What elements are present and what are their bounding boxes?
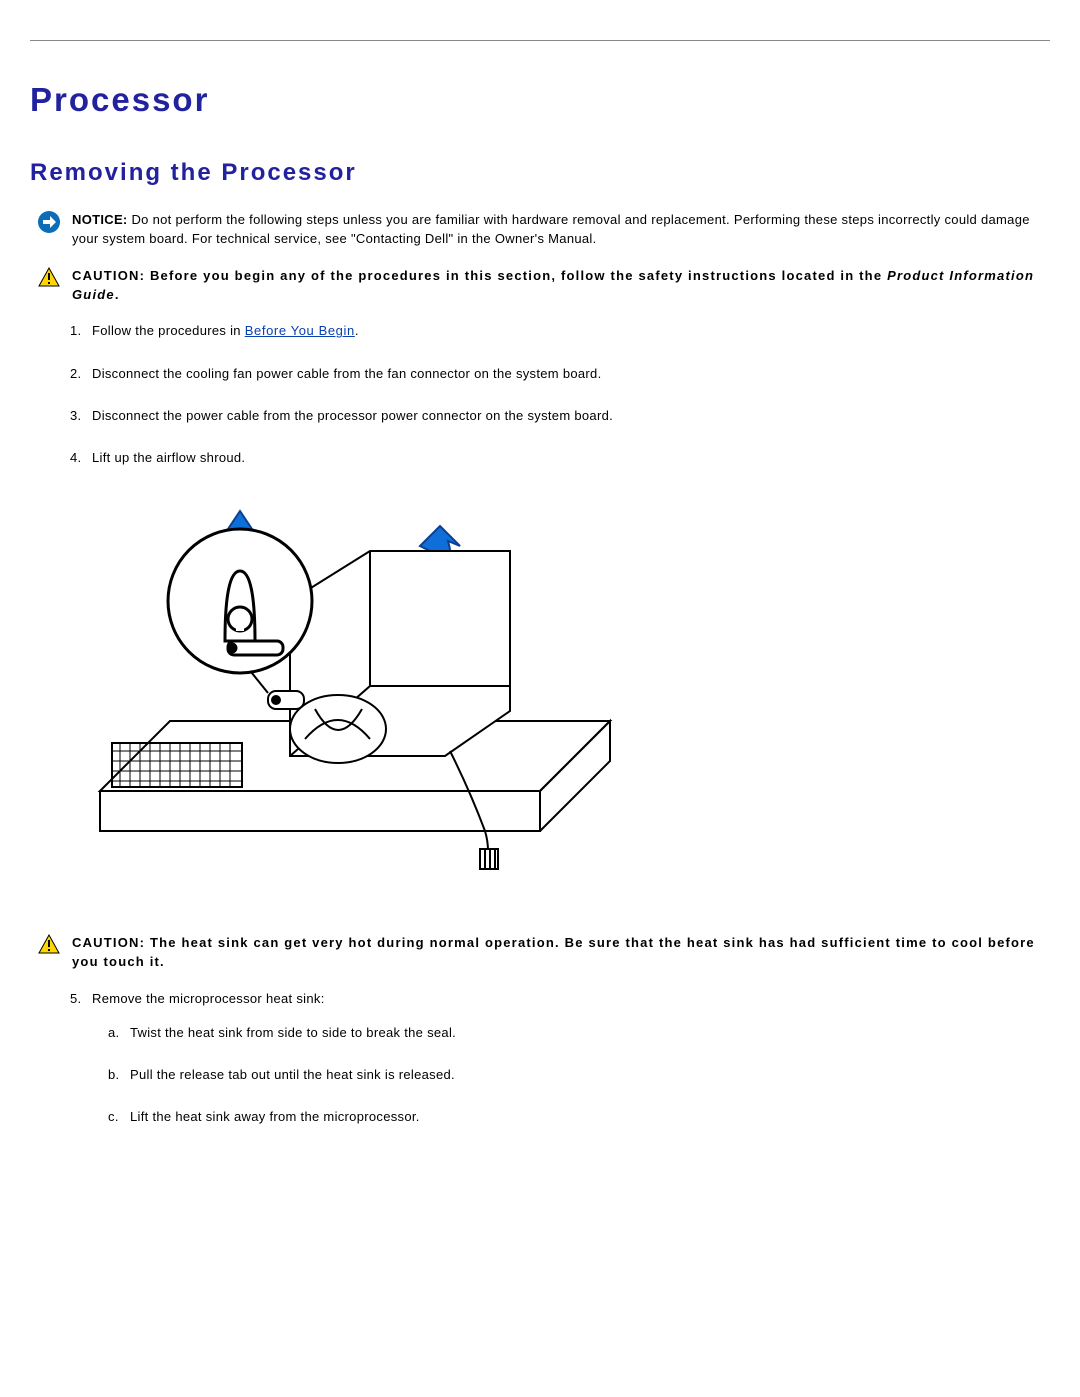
caution-label: CAUTION: — [72, 268, 150, 283]
step-5-text: Remove the microprocessor heat sink: — [92, 991, 325, 1006]
caution-2-body: The heat sink can get very hot during no… — [72, 935, 1035, 969]
substeps-list: Twist the heat sink from side to side to… — [92, 1024, 1050, 1127]
caution-period: . — [115, 287, 120, 302]
section-title: Processor — [30, 81, 1050, 119]
steps-list-continued: Remove the microprocessor heat sink: Twi… — [30, 990, 1050, 1127]
caution-icon — [38, 267, 62, 290]
notice-body: Do not perform the following steps unles… — [72, 212, 1030, 246]
step-5a: Twist the heat sink from side to side to… — [108, 1024, 1050, 1042]
section-subtitle: Removing the Processor — [30, 159, 1050, 187]
caution-2-label: CAUTION: — [72, 935, 150, 950]
caution-icon — [38, 934, 62, 957]
step-5c: Lift the heat sink away from the micropr… — [108, 1108, 1050, 1126]
before-you-begin-link[interactable]: Before You Begin — [245, 323, 355, 338]
divider — [30, 40, 1050, 41]
step-5b: Pull the release tab out until the heat … — [108, 1066, 1050, 1084]
caution-row-2: CAUTION: The heat sink can get very hot … — [38, 934, 1050, 972]
notice-icon — [38, 211, 62, 236]
figure-airflow-shroud — [90, 491, 1050, 924]
step-2: Disconnect the cooling fan power cable f… — [70, 365, 1050, 383]
shroud-diagram — [90, 491, 650, 921]
step-1-suffix: . — [355, 323, 359, 338]
step-1: Follow the procedures in Before You Begi… — [70, 322, 1050, 340]
notice-label: NOTICE: — [72, 212, 128, 227]
document-page: Processor Removing the Processor NOTICE:… — [0, 0, 1080, 1397]
caution-text: CAUTION: Before you begin any of the pro… — [72, 267, 1050, 305]
step-5: Remove the microprocessor heat sink: Twi… — [70, 990, 1050, 1127]
caution-body: Before you begin any of the procedures i… — [150, 268, 887, 283]
notice-text: NOTICE: Do not perform the following ste… — [72, 211, 1050, 249]
step-3: Disconnect the power cable from the proc… — [70, 407, 1050, 425]
notice-row: NOTICE: Do not perform the following ste… — [38, 211, 1050, 249]
caution-text-2: CAUTION: The heat sink can get very hot … — [72, 934, 1050, 972]
step-1-prefix: Follow the procedures in — [92, 323, 245, 338]
step-4: Lift up the airflow shroud. — [70, 449, 1050, 467]
steps-list: Follow the procedures in Before You Begi… — [30, 322, 1050, 467]
caution-row: CAUTION: Before you begin any of the pro… — [38, 267, 1050, 305]
